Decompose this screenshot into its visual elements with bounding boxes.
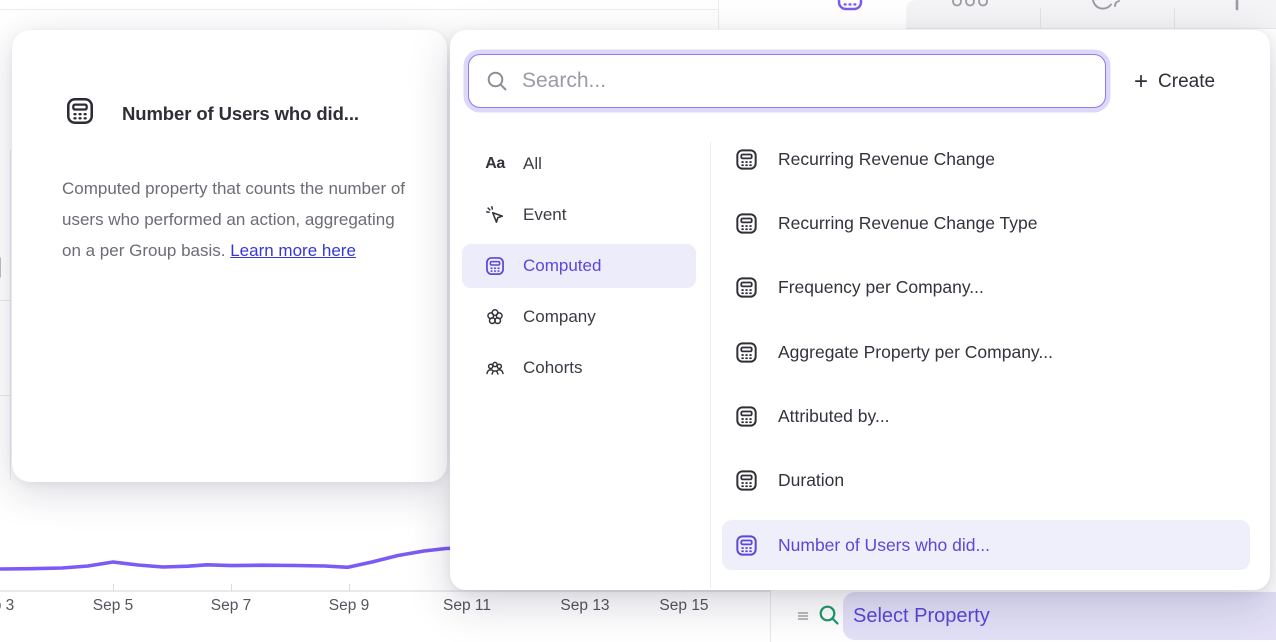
x-axis-tick xyxy=(231,584,232,591)
left-panel-partial-text: ] xyxy=(0,255,2,279)
x-axis-label: Sep 13 xyxy=(560,597,609,615)
result-recurring-revenue-change-type[interactable]: Recurring Revenue Change Type xyxy=(722,198,1250,248)
select-property-field[interactable]: Select Property xyxy=(843,592,1276,640)
x-axis-label: Sep 7 xyxy=(211,597,252,615)
picker-search-box[interactable] xyxy=(468,54,1106,108)
select-property-label: Select Property xyxy=(853,605,990,628)
result-label: Frequency per Company... xyxy=(778,277,984,298)
category-label: Company xyxy=(523,307,596,327)
retention-curve-icon xyxy=(1091,0,1121,12)
company-flower-icon xyxy=(484,306,506,328)
search-icon xyxy=(485,69,509,93)
result-label: Duration xyxy=(778,470,844,491)
chart-type-tab-strip xyxy=(906,0,1276,29)
picker-column-divider xyxy=(710,142,711,588)
result-attributed-by[interactable]: Attributed by... xyxy=(722,391,1250,441)
tab-chart-type-2[interactable] xyxy=(906,0,1040,29)
calculator-icon xyxy=(734,468,759,493)
category-computed[interactable]: Computed xyxy=(462,244,696,288)
x-axis-label: Sep 15 xyxy=(659,597,708,615)
left-panel-border xyxy=(10,150,11,480)
result-label: Number of Users who did... xyxy=(778,535,990,556)
cursor-click-icon xyxy=(484,204,506,226)
result-label: Recurring Revenue Change Type xyxy=(778,213,1037,234)
left-panel-row-divider xyxy=(0,395,10,396)
result-recurring-revenue-change[interactable]: Recurring Revenue Change xyxy=(722,134,1250,184)
trend-line xyxy=(0,540,458,585)
x-axis-tick xyxy=(349,584,350,591)
category-company[interactable]: Company xyxy=(462,295,696,339)
tooltip-title: Number of Users who did... xyxy=(122,103,359,125)
calculator-icon xyxy=(734,404,759,429)
left-panel-row-divider xyxy=(0,300,10,301)
active-tab-calculator-icon xyxy=(835,0,865,13)
people-icon xyxy=(484,357,506,379)
category-label: Cohorts xyxy=(523,358,583,378)
result-label: Recurring Revenue Change xyxy=(778,149,995,170)
x-axis-label: Sep 5 xyxy=(93,597,134,615)
calculator-icon xyxy=(734,211,759,236)
result-label: Attributed by... xyxy=(778,406,890,427)
tooltip-description: Computed property that counts the number… xyxy=(62,173,418,266)
category-all[interactable]: Aa All xyxy=(462,142,696,186)
category-event[interactable]: Event xyxy=(462,193,696,237)
result-aggregate-property-per-company[interactable]: Aggregate Property per Company... xyxy=(722,327,1250,377)
x-axis-tick xyxy=(113,584,114,591)
result-label: Aggregate Property per Company... xyxy=(778,342,1053,363)
category-label: Event xyxy=(523,205,566,225)
category-label: Computed xyxy=(523,256,601,276)
funnel-stem-icon xyxy=(1232,0,1242,12)
bottom-panel-divider xyxy=(770,590,771,642)
search-input[interactable] xyxy=(522,69,1105,93)
calculator-icon xyxy=(484,255,506,277)
calculator-icon xyxy=(734,533,759,558)
result-number-of-users-who-did[interactable]: Number of Users who did... xyxy=(722,520,1250,570)
tab-chart-type-active[interactable] xyxy=(719,0,906,29)
create-button-label: Create xyxy=(1158,71,1215,93)
property-tooltip-card: Number of Users who did... Computed prop… xyxy=(12,30,447,482)
x-axis-label: Sep 9 xyxy=(329,597,370,615)
plus-icon: + xyxy=(1134,70,1148,94)
result-frequency-per-company[interactable]: Frequency per Company... xyxy=(722,262,1250,312)
learn-more-link[interactable]: Learn more here xyxy=(230,241,356,260)
calculator-icon xyxy=(734,147,759,172)
category-cohorts[interactable]: Cohorts xyxy=(462,346,696,390)
x-axis-label: Sep 11 xyxy=(443,597,491,615)
x-axis-line xyxy=(0,590,770,592)
dots-chart-icon xyxy=(950,0,992,10)
category-label: All xyxy=(523,154,542,174)
calculator-icon xyxy=(734,275,759,300)
top-border-line xyxy=(0,9,718,10)
result-duration[interactable]: Duration xyxy=(722,455,1250,505)
x-axis-label: Sep 3 xyxy=(0,597,14,615)
tab-chart-type-4[interactable] xyxy=(1175,0,1276,29)
property-picker-panel: + Create Aa All Event xyxy=(450,30,1270,590)
tab-chart-type-3[interactable] xyxy=(1041,0,1174,29)
create-button[interactable]: + Create xyxy=(1134,66,1215,98)
property-search-icon xyxy=(817,603,841,627)
drag-handle-icon[interactable] xyxy=(794,607,812,625)
text-style-icon: Aa xyxy=(484,153,506,175)
calculator-icon xyxy=(734,340,759,365)
calculator-icon xyxy=(64,95,96,127)
